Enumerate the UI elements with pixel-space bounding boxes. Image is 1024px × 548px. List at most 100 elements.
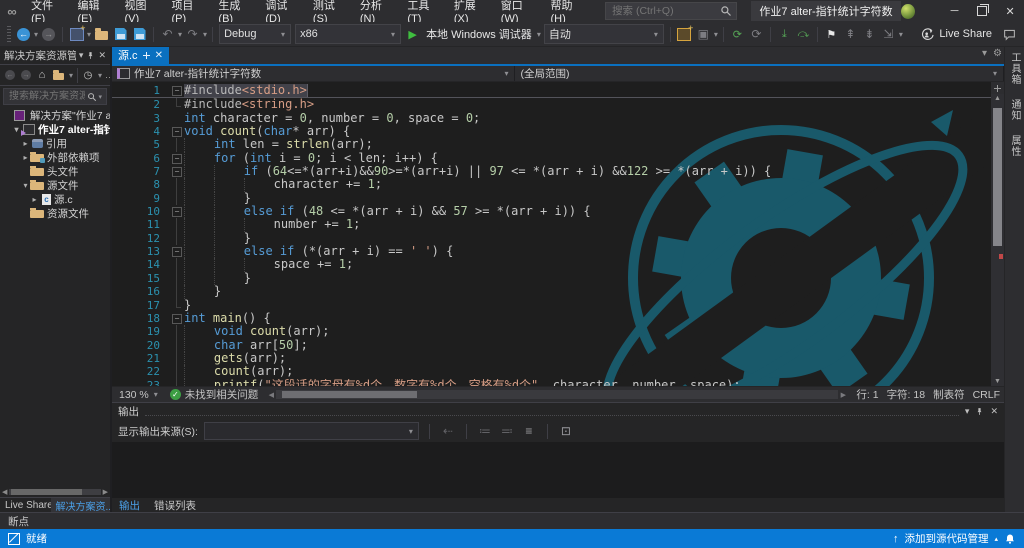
profiler-icon[interactable]: ▣ bbox=[695, 26, 712, 43]
code-line[interactable]: 12} bbox=[112, 232, 1004, 245]
panel-tab[interactable]: Live Share bbox=[0, 498, 51, 513]
fold-collapse-icon[interactable]: − bbox=[171, 165, 184, 178]
fold-collapse-icon[interactable]: − bbox=[171, 152, 184, 165]
tree-item[interactable]: ▸外部依赖项 bbox=[0, 150, 110, 164]
tree-item[interactable]: ▸c源.c bbox=[0, 192, 110, 206]
redo-caret[interactable]: ▾ bbox=[203, 30, 207, 39]
se-pending-filter-icon[interactable]: ◷ bbox=[82, 67, 94, 84]
scope-dropdown[interactable]: (全局范围) ▾ bbox=[515, 66, 1004, 81]
expander-closed-icon[interactable]: ▸ bbox=[21, 139, 30, 148]
code-line[interactable]: 6−for (int i = 0; i < len; i++) { bbox=[112, 152, 1004, 165]
tree-item[interactable]: 资源文件 bbox=[0, 206, 110, 220]
se-home-icon[interactable]: ⌂ bbox=[36, 67, 48, 84]
fold-collapse-icon[interactable]: − bbox=[171, 84, 184, 97]
code-line[interactable]: 20char arr[50]; bbox=[112, 339, 1004, 352]
code-line[interactable]: 14space += 1; bbox=[112, 258, 1004, 271]
save-all-icon[interactable] bbox=[131, 26, 148, 43]
code-line[interactable]: 9} bbox=[112, 192, 1004, 205]
window-position-caret[interactable]: ▾ bbox=[79, 50, 84, 61]
attach-process-icon[interactable] bbox=[676, 26, 693, 43]
fold-collapse-icon[interactable]: − bbox=[171, 205, 184, 218]
expander-closed-icon[interactable]: ▸ bbox=[21, 153, 30, 162]
next-bookmark-icon[interactable]: ⇟ bbox=[861, 26, 878, 43]
se-forward-icon[interactable]: → bbox=[20, 67, 32, 84]
project-dropdown[interactable]: 作业7 alter-指针统计字符数 ▾ bbox=[112, 66, 515, 81]
platform-dropdown[interactable]: x86▾ bbox=[295, 24, 401, 44]
code-line[interactable]: 5int len = strlen(arr); bbox=[112, 138, 1004, 151]
tree-item[interactable]: ▾源文件 bbox=[0, 178, 110, 192]
split-editor-handle[interactable] bbox=[991, 82, 1004, 94]
fold-collapse-icon[interactable]: − bbox=[171, 245, 184, 258]
output-pin-icon[interactable] bbox=[975, 407, 984, 416]
panel-tab[interactable]: 输出 bbox=[112, 498, 147, 513]
scroll-down-icon[interactable]: ▼ bbox=[991, 378, 1004, 385]
menu-item[interactable]: 调试(D) bbox=[258, 0, 306, 22]
editor-settings-gear-icon[interactable]: ⚙ bbox=[993, 48, 1002, 59]
breakpoints-panel-titlebar[interactable]: 断点 bbox=[0, 512, 1024, 529]
code-line[interactable]: 3int character = 0, number = 0, space = … bbox=[112, 112, 1004, 125]
clear-all-icon[interactable]: ≡ bbox=[521, 424, 537, 438]
vscroll-thumb[interactable] bbox=[993, 108, 1002, 246]
search-options-caret[interactable]: ▾ bbox=[98, 93, 102, 101]
code-line[interactable]: 7−if (64<=*(arr+i)&&90>=*(arr+i) || 97 <… bbox=[112, 165, 1004, 178]
menu-item[interactable]: 窗口(W) bbox=[494, 0, 544, 22]
tree-item[interactable]: ▸引用 bbox=[0, 136, 110, 150]
code-line[interactable]: 18−int main() { bbox=[112, 312, 1004, 325]
menu-item[interactable]: 编辑(E) bbox=[71, 0, 118, 22]
prev-message-icon[interactable]: ≔ bbox=[477, 424, 493, 438]
new-project-caret[interactable]: ▾ bbox=[87, 30, 91, 39]
source-control-caret[interactable]: ▴ bbox=[994, 535, 998, 543]
live-share-button[interactable]: Live Share bbox=[921, 28, 992, 41]
right-tool-tab[interactable]: 工具箱 bbox=[1007, 52, 1022, 85]
code-editor[interactable]: 1−#include<stdio.h>2#include<string.h>3i… bbox=[112, 82, 1004, 386]
new-project-icon[interactable] bbox=[68, 26, 85, 43]
bookmark-icon[interactable]: ⚑ bbox=[823, 26, 840, 43]
tab-close-icon[interactable]: ✕ bbox=[155, 50, 163, 61]
solution-hscrollbar[interactable]: ◀ ▶ bbox=[0, 487, 110, 497]
step-over-icon[interactable]: ⤼ bbox=[795, 26, 812, 43]
menu-item[interactable]: 文件(F) bbox=[24, 0, 70, 22]
restore-button[interactable] bbox=[968, 0, 996, 22]
right-tool-tab[interactable]: 属性 bbox=[1007, 135, 1022, 157]
code-line[interactable]: 1−#include<stdio.h> bbox=[112, 84, 1004, 98]
bookmark-caret[interactable]: ▾ bbox=[899, 30, 903, 39]
solution-search-input[interactable] bbox=[7, 90, 87, 103]
menu-item[interactable]: 工具(T) bbox=[400, 0, 446, 22]
navigate-back-caret[interactable]: ▾ bbox=[34, 30, 38, 39]
next-message-icon[interactable]: ≕ bbox=[499, 424, 515, 438]
document-health-indicator[interactable]: ✓ 未找到相关问题 bbox=[170, 387, 259, 402]
code-line[interactable]: 23printf("这段话的字母有%d个，数字有%d个，空格有%d个", cha… bbox=[112, 379, 1004, 386]
prev-bookmark-icon[interactable]: ⇞ bbox=[842, 26, 859, 43]
redo-icon[interactable]: ↷ bbox=[184, 26, 201, 43]
menu-item[interactable]: 项目(P) bbox=[164, 0, 211, 22]
target-dropdown[interactable]: 自动▾ bbox=[544, 24, 664, 44]
code-line[interactable]: 11number += 1; bbox=[112, 218, 1004, 231]
code-line[interactable]: 13−else if (*(arr + i) == ' ') { bbox=[112, 245, 1004, 258]
undo-icon[interactable]: ↶ bbox=[159, 26, 176, 43]
code-line[interactable]: 4−void count(char* arr) { bbox=[112, 125, 1004, 138]
menu-item[interactable]: 生成(B) bbox=[211, 0, 258, 22]
code-line[interactable]: 8character += 1; bbox=[112, 178, 1004, 191]
code-line[interactable]: 2#include<string.h> bbox=[112, 98, 1004, 111]
menu-item[interactable]: 分析(N) bbox=[353, 0, 401, 22]
tree-item[interactable]: 头文件 bbox=[0, 164, 110, 178]
scroll-up-icon[interactable]: ▲ bbox=[994, 94, 1001, 104]
se-switch-views-caret[interactable]: ▾ bbox=[69, 71, 73, 80]
undo-caret[interactable]: ▾ bbox=[178, 30, 182, 39]
start-debug-icon[interactable]: ▶ bbox=[404, 26, 421, 43]
expander-closed-icon[interactable]: ▸ bbox=[30, 195, 39, 204]
solution-config-dropdown[interactable]: Debug▾ bbox=[219, 24, 291, 44]
goto-message-icon[interactable]: ⇠ bbox=[440, 424, 456, 438]
panel-tab[interactable]: 解决方案资... bbox=[51, 498, 110, 513]
tree-item[interactable]: 解决方案"作业7 alter-指 bbox=[0, 108, 110, 122]
tab-pin-icon[interactable] bbox=[143, 52, 150, 59]
output-content[interactable] bbox=[112, 442, 1004, 498]
word-wrap-icon[interactable]: ⊡ bbox=[558, 424, 574, 438]
expander-open-icon[interactable]: ▾ bbox=[21, 181, 30, 190]
line-ending[interactable]: CRLF bbox=[973, 389, 1000, 401]
panel-tab[interactable]: 错误列表 bbox=[147, 498, 203, 513]
code-line[interactable]: 10−else if (48 <= *(arr + i) && 57 >= *(… bbox=[112, 205, 1004, 218]
code-line[interactable]: 17} bbox=[112, 299, 1004, 312]
se-filter-caret[interactable]: ▾ bbox=[98, 71, 102, 80]
navigate-forward-icon[interactable]: → bbox=[40, 26, 57, 43]
